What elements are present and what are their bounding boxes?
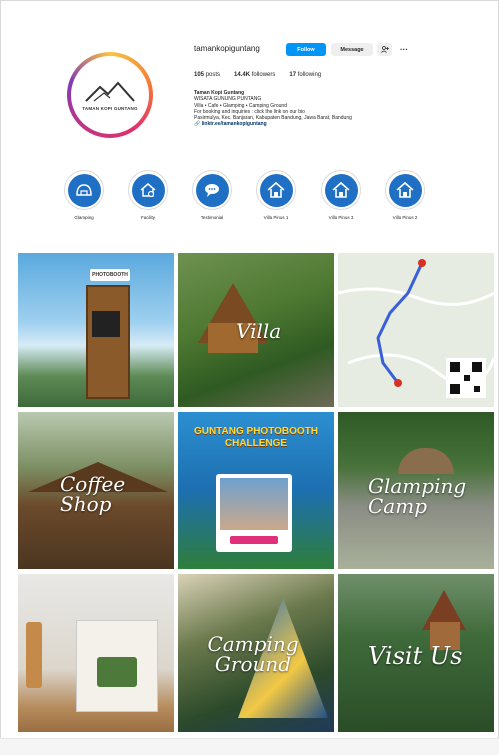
post-merchandise[interactable]	[18, 574, 174, 732]
bottom-bar	[0, 738, 499, 755]
house-icon	[332, 181, 350, 198]
avatar-logo: TAMAN KOPI GUNTANG	[71, 56, 149, 134]
highlight-label: Villa Pinus 2	[392, 215, 418, 220]
glamping-tent	[398, 448, 454, 474]
house-icon	[267, 181, 285, 198]
chat-icon	[205, 184, 219, 197]
polaroid-frame	[216, 474, 292, 552]
highlight-cover	[131, 173, 165, 207]
post-title: Coffee Shop	[60, 472, 126, 516]
following-stat[interactable]: 17 following	[289, 72, 321, 78]
post-villa[interactable]: Villa	[178, 253, 334, 407]
profile-avatar[interactable]: TAMAN KOPI GUNTANG	[67, 52, 153, 138]
following-count: 17	[289, 72, 297, 78]
route-map-icon	[338, 253, 494, 407]
highlight-cover	[324, 173, 358, 207]
post-title: Villa	[236, 319, 282, 343]
tote-bag	[76, 620, 158, 712]
tumbler	[26, 622, 42, 688]
highlight-label: Glamping	[74, 215, 94, 220]
post-title: Camping Ground	[207, 632, 299, 676]
post-visit-us[interactable]: Visit Us	[338, 574, 494, 732]
more-options-button[interactable]: ···	[397, 43, 411, 56]
post-camping-ground[interactable]: Camping Ground	[178, 574, 334, 732]
followers-count: 14.4K	[234, 72, 251, 78]
highlight-ring	[321, 170, 361, 210]
highlight-cover	[259, 173, 293, 207]
highlight-ring	[128, 170, 168, 210]
highlight-cover	[67, 173, 101, 207]
highlight-label: Testimonial	[200, 215, 224, 220]
house-gear-icon	[140, 183, 156, 198]
highlight-cover	[195, 173, 229, 207]
post-title: Glamping Camp	[368, 474, 467, 518]
posts-stat[interactable]: 105 posts	[194, 72, 220, 78]
posts-count: 105	[194, 72, 205, 78]
bio-link-text: linktr.ee/tamankopiguntang	[201, 121, 267, 128]
highlight-label: Villa Pinus 1	[263, 215, 289, 220]
polaroid-photo	[220, 478, 288, 530]
avatar-text: TAMAN KOPI GUNTANG	[82, 106, 138, 111]
post-glamping-camp[interactable]: Glamping Camp	[338, 412, 494, 569]
challenge-title: GUNTANG PHOTOBOOTH CHALLENGE	[193, 426, 319, 449]
bio-link[interactable]: 🔗 linktr.ee/tamankopiguntang	[194, 121, 409, 127]
highlight-label: Facility	[140, 215, 155, 220]
add-person-icon	[380, 46, 389, 53]
highlight-ring	[192, 170, 232, 210]
posts-label: posts	[205, 72, 221, 78]
highlight-villa-pinus-3[interactable]: Villa Pinus 3	[319, 170, 363, 220]
profile-username: tamankopiguntang	[194, 44, 260, 53]
post-title: Visit Us	[368, 642, 463, 670]
highlight-ring	[256, 170, 296, 210]
polaroid-badge	[230, 536, 278, 544]
highlight-glamping[interactable]: Glamping	[62, 170, 106, 220]
photobooth-screen	[92, 311, 120, 337]
post-map[interactable]	[338, 253, 494, 407]
message-button[interactable]: Message	[331, 43, 373, 56]
dome-icon	[76, 184, 92, 196]
tote-print	[97, 657, 137, 687]
highlight-ring	[385, 170, 425, 210]
highlight-facility[interactable]: Facility	[126, 170, 170, 220]
highlight-label: Villa Pinus 3	[328, 215, 354, 220]
highlight-cover	[388, 173, 422, 207]
follow-button[interactable]: Follow	[286, 43, 326, 56]
highlight-villa-pinus-1[interactable]: Villa Pinus 1	[254, 170, 298, 220]
mountain-logo-icon	[85, 81, 135, 102]
house-icon	[396, 181, 414, 198]
highlight-ring	[64, 170, 104, 210]
highlight-villa-pinus-2[interactable]: Villa Pinus 2	[383, 170, 427, 220]
post-photobooth-challenge[interactable]: GUNTANG PHOTOBOOTH CHALLENGE	[178, 412, 334, 569]
highlight-testimonial[interactable]: Testimonial	[190, 170, 234, 220]
photobooth-badge: PHOTOBOOTH	[90, 269, 130, 281]
followers-label: followers	[251, 72, 276, 78]
following-label: following	[297, 72, 322, 78]
suggested-button[interactable]	[377, 43, 392, 56]
followers-stat[interactable]: 14.4K followers	[234, 72, 275, 78]
profile-bio: Taman Kopi Guntang WISATA GUNUNG PUNTANG…	[194, 90, 409, 128]
post-photobooth[interactable]: PHOTOBOOTH	[18, 253, 174, 407]
post-coffee-shop[interactable]: Coffee Shop	[18, 412, 174, 569]
profile-stats: 105 posts 14.4K followers 17 following	[194, 72, 321, 78]
photobooth-cabinet	[86, 285, 130, 399]
